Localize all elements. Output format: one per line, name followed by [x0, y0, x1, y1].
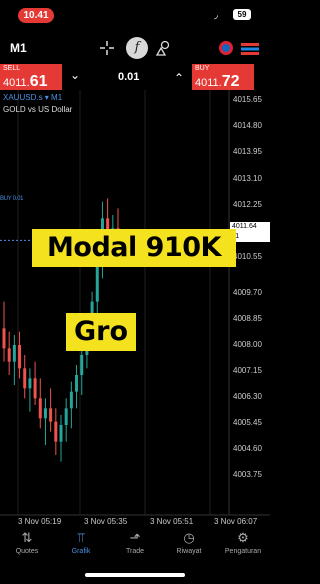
x-axis-tick-label: 3 Nov 05:19: [18, 517, 62, 526]
indicator-f-icon[interactable]: f: [126, 37, 148, 59]
sell-price: 4011.61: [3, 73, 48, 90]
battery-icon: 59: [233, 9, 251, 20]
y-axis-tick-label: 4012.25: [233, 200, 262, 209]
caption-gro: Gro: [66, 313, 136, 351]
chart-description: GOLD vs US Dollar: [3, 105, 73, 114]
objects-icon[interactable]: [154, 39, 172, 57]
lot-size-field[interactable]: 0.01: [118, 71, 139, 83]
candle: [75, 375, 79, 392]
y-axis-tick-label: 4010.55: [233, 252, 262, 261]
buy-price: 4011.72: [195, 73, 240, 90]
candle: [95, 261, 99, 302]
y-axis-tick-label: 4014.80: [233, 121, 262, 130]
y-axis-tick-label: 4006.30: [233, 392, 262, 401]
chart-symbol[interactable]: XAUUSD.s ▾ M1: [3, 93, 62, 102]
status-bar: 10.41 ◞ 59: [0, 0, 270, 34]
candlestick-chart[interactable]: [0, 90, 270, 530]
position-line-label: BUY 0.01: [0, 196, 24, 202]
caption-modal: Modal 910K: [32, 229, 236, 267]
candle: [33, 378, 37, 399]
candle: [38, 398, 42, 419]
candle: [49, 408, 53, 422]
nav-pengaturan[interactable]: ⚙ Pengaturan: [216, 530, 270, 555]
y-axis-tick-label: 4009.70: [233, 288, 262, 297]
y-axis-tick-label: 4013.95: [233, 147, 262, 156]
nav-grafik[interactable]: ⫪ Grafik: [54, 530, 108, 555]
buy-button[interactable]: BUY 4011.72: [192, 64, 254, 90]
y-axis-tick-label: 4007.15: [233, 366, 262, 375]
y-axis-tick-label: 4013.10: [233, 174, 262, 183]
chevron-down-icon[interactable]: ⌄: [70, 68, 80, 82]
trade-icon: ⬏: [129, 530, 141, 545]
y-axis-tick-label: 4005.45: [233, 418, 262, 427]
candle: [64, 408, 68, 425]
y-axis-tick-label: 4004.60: [233, 444, 262, 453]
candle: [54, 421, 58, 442]
candle: [69, 391, 73, 409]
candle: [18, 345, 22, 369]
price-chart[interactable]: XAUUSD.s ▾ M1 GOLD vs US Dollar: [0, 90, 270, 530]
trade-stack-icon[interactable]: [241, 42, 259, 55]
chart-icon: ⫪: [77, 530, 85, 545]
buy-label: BUY: [195, 65, 210, 72]
crosshair-icon[interactable]: [98, 39, 116, 57]
nav-trade[interactable]: ⬏ Trade: [108, 530, 162, 555]
sell-label: SELL: [3, 65, 21, 72]
nav-riwayat[interactable]: ◷ Riwayat: [162, 530, 216, 555]
sell-button[interactable]: SELL 4011.61: [0, 64, 62, 90]
y-axis-tick-label: 4008.85: [233, 314, 262, 323]
chart-toolbar: M1 f: [0, 34, 270, 62]
candle: [7, 348, 11, 362]
timeframe-button[interactable]: M1: [10, 41, 27, 55]
history-icon: ◷: [183, 530, 195, 545]
nav-quotes[interactable]: ⇅ Quotes: [0, 530, 54, 555]
status-time: 10.41: [18, 8, 54, 23]
candle: [43, 408, 47, 419]
candle: [12, 345, 16, 362]
y-axis-tick-label: 4008.00: [233, 340, 262, 349]
x-axis-tick-label: 3 Nov 05:51: [150, 517, 194, 526]
quotes-icon: ⇅: [21, 530, 33, 545]
home-indicator: [85, 573, 185, 577]
chevron-up-icon[interactable]: ⌃: [174, 71, 184, 85]
candle: [80, 355, 84, 375]
y-axis-tick-label: 4015.65: [233, 95, 262, 104]
settings-icon: ⚙: [237, 530, 249, 545]
wifi-icon: ◞: [214, 10, 218, 21]
history-clock-icon[interactable]: [219, 41, 233, 55]
y-axis-tick-label: 4003.75: [233, 470, 262, 479]
candle: [2, 328, 6, 349]
candle: [23, 368, 27, 389]
candle: [28, 378, 32, 389]
one-click-trade-bar: SELL 4011.61 ⌄ 0.01 ⌃ BUY 4011.72: [0, 64, 270, 90]
bottom-nav: ⇅ Quotes ⫪ Grafik ⬏ Trade ◷ Riwayat ⚙ Pe…: [0, 530, 270, 570]
x-axis-tick-label: 3 Nov 06:07: [214, 517, 258, 526]
x-axis-tick-label: 3 Nov 05:35: [84, 517, 128, 526]
candle: [59, 425, 63, 442]
current-price-tag: 4011.6411: [230, 222, 270, 242]
